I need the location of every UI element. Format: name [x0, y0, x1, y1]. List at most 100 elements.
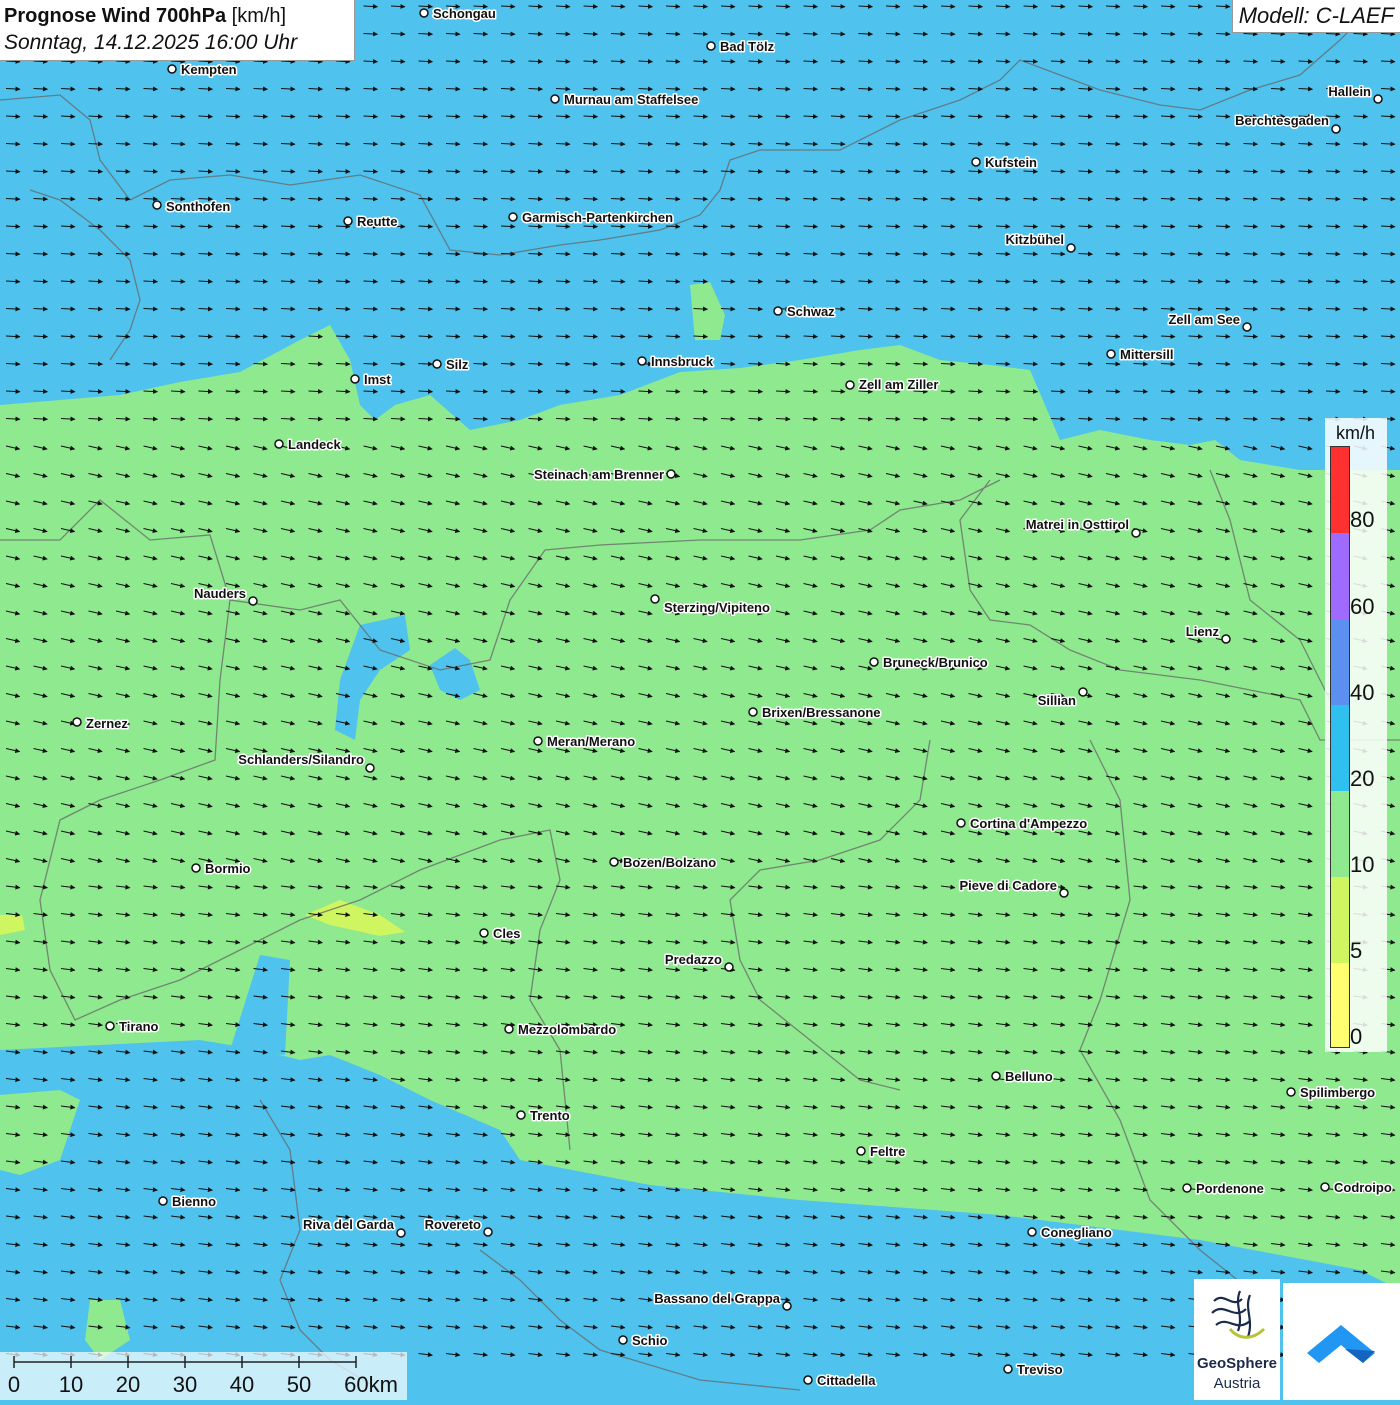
wind-arrow: [1133, 416, 1148, 422]
wind-arrow: [418, 278, 433, 284]
wind-arrow: [555, 86, 571, 92]
wind-arrow: [1353, 388, 1368, 394]
wind-arrow: [748, 333, 763, 339]
svg-text:Reutte: Reutte: [357, 214, 397, 229]
wind-arrow: [830, 58, 846, 64]
wind-arrow: [363, 416, 378, 422]
svg-text:Sterzing/Vipiteno: Sterzing/Vipiteno: [664, 600, 770, 615]
wind-arrow: [500, 223, 516, 229]
wind-arrow: [1298, 223, 1313, 229]
wind-arrow: [473, 306, 488, 312]
subtitle-datetime: Sonntag, 14.12.2025 16:00 Uhr: [4, 31, 298, 54]
wind-arrow: [995, 86, 1011, 92]
wind-arrow: [528, 306, 543, 312]
wind-arrow: [885, 113, 901, 119]
wind-arrow: [280, 168, 296, 174]
wind-arrow: [335, 306, 351, 312]
wind-arrow: [1105, 361, 1121, 367]
wind-arrow: [1105, 251, 1121, 257]
wind-arrow: [803, 251, 818, 257]
wind-arrow: [390, 251, 406, 257]
wind-arrow: [1050, 86, 1066, 92]
wind-arrow: [1215, 306, 1231, 312]
wind-arrow: [170, 333, 186, 339]
wind-arrow: [473, 361, 488, 367]
svg-text:Cles: Cles: [493, 926, 520, 941]
wind-arrow: [225, 388, 241, 394]
wind-arrow: [1105, 3, 1121, 9]
wind-arrow: [390, 86, 406, 92]
wind-arrow: [1298, 361, 1313, 367]
svg-text:Mittersill: Mittersill: [1120, 347, 1173, 362]
wind-arrow: [115, 416, 131, 422]
wind-arrow: [335, 388, 351, 394]
wind-arrow: [1023, 3, 1038, 9]
wind-arrow: [803, 223, 818, 229]
wind-arrow: [198, 251, 213, 257]
scale-bar: 0 10 20 30 40 50 60km: [0, 1352, 407, 1400]
wind-arrow: [1078, 3, 1093, 9]
wind-arrow: [1078, 416, 1093, 422]
wind-arrow: [913, 58, 928, 64]
wind-arrow: [1160, 168, 1176, 174]
wind-arrow: [665, 113, 681, 119]
wind-arrow: [500, 388, 516, 394]
wind-arrow: [940, 86, 956, 92]
svg-text:Kitzbühel: Kitzbühel: [1006, 232, 1065, 247]
wind-arrow: [1325, 306, 1341, 312]
wind-arrow: [748, 416, 763, 422]
wind-arrow: [555, 306, 571, 312]
wind-arrow: [913, 306, 928, 312]
wind-arrow: [308, 251, 323, 257]
wind-arrow: [225, 278, 241, 284]
geosphere-name: GeoSphere: [1196, 1355, 1278, 1372]
wind-arrow: [885, 333, 901, 339]
wind-arrow: [913, 31, 928, 37]
wind-arrow: [1380, 223, 1396, 229]
wind-arrow: [115, 333, 131, 339]
wind-arrow: [940, 3, 956, 9]
wind-arrow: [940, 306, 956, 312]
wind-arrow: [1160, 58, 1176, 64]
wind-arrow: [445, 306, 461, 312]
wind-arrow: [170, 86, 186, 92]
wind-arrow: [968, 333, 983, 339]
wind-arrow: [720, 58, 736, 64]
wind-arrow: [1078, 333, 1093, 339]
wind-arrow: [940, 223, 956, 229]
wind-arrow: [1050, 58, 1066, 64]
wind-arrow: [720, 278, 736, 284]
wind-arrow: [968, 168, 983, 174]
wind-arrow: [335, 58, 351, 64]
wind-arrow: [1105, 196, 1121, 202]
wind-arrow: [995, 3, 1011, 9]
wind-arrow: [610, 58, 626, 64]
wind-arrow: [1215, 278, 1231, 284]
wind-arrow: [390, 306, 406, 312]
wind-arrow: [885, 168, 901, 174]
wind-arrow: [500, 361, 516, 367]
wind-arrow: [253, 251, 268, 257]
wind-arrow: [1380, 113, 1396, 119]
wind-arrow: [748, 223, 763, 229]
wind-arrow: [720, 3, 736, 9]
wind-arrow: [1050, 306, 1066, 312]
wind-arrow: [445, 31, 461, 37]
partner-roof-icon: [1307, 1325, 1375, 1363]
wind-arrow: [583, 3, 598, 9]
wind-arrow: [1270, 196, 1286, 202]
wind-arrow: [1078, 168, 1093, 174]
legend-label: 5: [1350, 938, 1363, 963]
wind-arrow: [1243, 31, 1258, 37]
wind-arrow: [1243, 168, 1258, 174]
wind-arrow: [60, 58, 76, 64]
wind-arrow: [555, 3, 571, 9]
wind-arrow: [748, 3, 763, 9]
wind-arrow: [610, 388, 626, 394]
wind-arrow: [390, 416, 406, 422]
wind-arrow: [5, 58, 21, 64]
wind-arrow: [445, 113, 461, 119]
svg-text:Matrei in Osttirol: Matrei in Osttirol: [1026, 517, 1129, 532]
wind-arrow: [638, 113, 653, 119]
wind-arrow: [1023, 168, 1038, 174]
